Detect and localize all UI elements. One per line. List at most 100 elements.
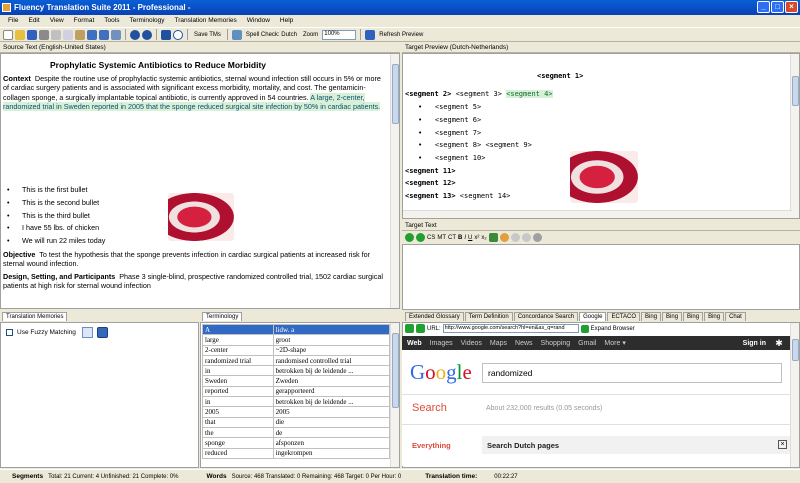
superscript-icon[interactable]: x² bbox=[474, 235, 479, 241]
insert-tag-icon[interactable] bbox=[488, 233, 498, 242]
target-preview-hscroll[interactable] bbox=[403, 210, 792, 218]
table-row[interactable]: in betrokken bij de leidende ... bbox=[202, 365, 391, 377]
table-row[interactable]: 2-center ~2D-shape bbox=[202, 344, 391, 356]
everything-filter[interactable]: Everything bbox=[412, 441, 451, 450]
fuzzy-matching-checkbox[interactable] bbox=[6, 329, 13, 336]
open-folder-icon[interactable] bbox=[15, 29, 25, 40]
cut-icon[interactable] bbox=[51, 29, 61, 40]
italic-button[interactable]: I bbox=[464, 235, 466, 241]
menu-file[interactable]: File bbox=[4, 15, 24, 27]
next-segment-icon[interactable] bbox=[416, 233, 425, 242]
tab-ectaco[interactable]: ECTACO bbox=[607, 312, 641, 321]
terminology-scrollbar[interactable] bbox=[390, 323, 399, 467]
google-nav-images[interactable]: Images bbox=[430, 340, 453, 347]
search-icon[interactable] bbox=[82, 327, 93, 338]
tab-bing[interactable]: Bing bbox=[641, 312, 662, 321]
find-icon[interactable] bbox=[111, 29, 121, 40]
google-nav-maps[interactable]: Maps bbox=[490, 340, 507, 347]
source-scrollbar[interactable] bbox=[390, 54, 399, 308]
print-icon[interactable] bbox=[39, 29, 49, 40]
cs-button[interactable]: CS bbox=[427, 235, 435, 241]
clock-icon[interactable] bbox=[173, 29, 183, 40]
redo-icon[interactable] bbox=[99, 29, 109, 40]
table-row[interactable]: that die bbox=[202, 416, 391, 428]
maximize-button[interactable]: □ bbox=[771, 1, 784, 13]
search-dutch-pages[interactable]: Search Dutch pages bbox=[487, 441, 559, 450]
table-row[interactable]: the de bbox=[202, 426, 391, 439]
tag-icon[interactable] bbox=[499, 233, 509, 242]
sign-in-link[interactable]: Sign in bbox=[743, 340, 766, 347]
table-row[interactable]: Sweden Zweden bbox=[202, 375, 391, 387]
search-heading: Search bbox=[412, 402, 447, 414]
google-nav-web[interactable]: Web bbox=[407, 340, 422, 347]
google-nav-more[interactable]: More ▾ bbox=[604, 339, 625, 347]
target-text-editor[interactable] bbox=[402, 244, 800, 310]
menu-format[interactable]: Format bbox=[70, 15, 101, 27]
bold-button[interactable]: B bbox=[458, 235, 462, 241]
google-nav-shopping[interactable]: Shopping bbox=[541, 340, 571, 347]
tab-bing[interactable]: Bing bbox=[683, 312, 704, 321]
mt-button[interactable]: MT bbox=[437, 235, 446, 241]
menu-tools[interactable]: Tools bbox=[100, 15, 125, 27]
close-icon[interactable]: × bbox=[778, 440, 787, 449]
menu-terminology[interactable]: Terminology bbox=[125, 15, 170, 27]
browser-scrollbar[interactable] bbox=[790, 323, 799, 467]
option-icon[interactable] bbox=[521, 233, 531, 242]
undo-icon[interactable] bbox=[87, 29, 97, 40]
save-tms-button[interactable]: Save TMs bbox=[192, 31, 223, 39]
option-icon[interactable] bbox=[510, 233, 520, 242]
back-icon[interactable] bbox=[405, 324, 414, 333]
table-row[interactable]: reported gerapporteerd bbox=[202, 385, 391, 398]
underline-button[interactable]: U bbox=[468, 235, 472, 241]
tab-translation-memories[interactable]: Translation Memories bbox=[2, 312, 68, 321]
tab-concordance-search[interactable]: Concordance Search bbox=[513, 312, 579, 321]
menu-window[interactable]: Window bbox=[243, 15, 276, 27]
table-row[interactable]: sponge afsponzen bbox=[202, 437, 391, 449]
tab-google[interactable]: Google bbox=[579, 312, 607, 321]
paste-icon[interactable] bbox=[75, 29, 85, 40]
menu-view[interactable]: View bbox=[46, 15, 70, 27]
forward-icon[interactable] bbox=[416, 324, 425, 333]
close-button[interactable]: × bbox=[785, 1, 798, 13]
tab-extended-glossary[interactable]: Extended Glossary bbox=[405, 312, 464, 321]
google-nav-news[interactable]: News bbox=[515, 340, 533, 347]
table-row[interactable]: 2005 2005 bbox=[202, 406, 391, 418]
google-search-input[interactable]: randomized bbox=[482, 363, 782, 383]
refresh-preview-button[interactable]: Refresh Preview bbox=[377, 31, 425, 39]
sync-icon[interactable] bbox=[142, 29, 152, 40]
table-row[interactable]: large groot bbox=[202, 334, 391, 346]
menu-edit[interactable]: Edit bbox=[24, 15, 45, 27]
url-input[interactable]: http://www.google.com/search?hl=en&as_q=… bbox=[442, 324, 579, 333]
table-row[interactable]: reduced ingekrompen bbox=[202, 447, 391, 459]
add-icon[interactable] bbox=[161, 29, 171, 40]
main-toolbar: Save TMs Spell Check: Dutch Zoom 100% Re… bbox=[0, 27, 800, 42]
zoom-select[interactable]: 100% bbox=[322, 29, 357, 40]
google-nav-gmail[interactable]: Gmail bbox=[578, 340, 596, 347]
save-icon[interactable] bbox=[27, 29, 37, 40]
refresh-icon[interactable] bbox=[130, 29, 140, 40]
table-row[interactable]: in betrokken bij de leidende ... bbox=[202, 396, 391, 408]
ct-button[interactable]: CT bbox=[448, 235, 456, 241]
subscript-icon[interactable]: x₂ bbox=[481, 235, 486, 241]
minimize-button[interactable]: _ bbox=[757, 1, 770, 13]
google-nav-videos[interactable]: Videos bbox=[461, 340, 482, 347]
expand-browser-button[interactable]: Expand Browser bbox=[591, 326, 635, 332]
go-icon[interactable] bbox=[580, 324, 589, 333]
table-row[interactable]: Alidw. a bbox=[202, 323, 391, 336]
tab-bing[interactable]: Bing bbox=[704, 312, 725, 321]
menu-translation-memories[interactable]: Translation Memories bbox=[171, 15, 243, 27]
option-icon[interactable] bbox=[532, 233, 542, 242]
tab-terminology[interactable]: Terminology bbox=[202, 312, 243, 321]
menu-help[interactable]: Help bbox=[276, 15, 299, 27]
tab-chat[interactable]: Chat bbox=[725, 312, 746, 321]
gear-icon[interactable]: ✱ bbox=[774, 338, 784, 348]
new-file-icon[interactable] bbox=[3, 29, 13, 40]
previous-segment-icon[interactable] bbox=[405, 233, 414, 242]
table-row[interactable]: randomized trial randomised controlled tr… bbox=[202, 354, 391, 367]
settings-icon[interactable] bbox=[97, 327, 108, 338]
copy-icon[interactable] bbox=[63, 29, 73, 40]
tab-term-definition[interactable]: Term Definition bbox=[464, 312, 513, 321]
tab-bing[interactable]: Bing bbox=[662, 312, 683, 321]
spell-check-button[interactable]: Spell Check: Dutch bbox=[244, 31, 299, 39]
target-preview-scrollbar[interactable] bbox=[790, 54, 799, 218]
